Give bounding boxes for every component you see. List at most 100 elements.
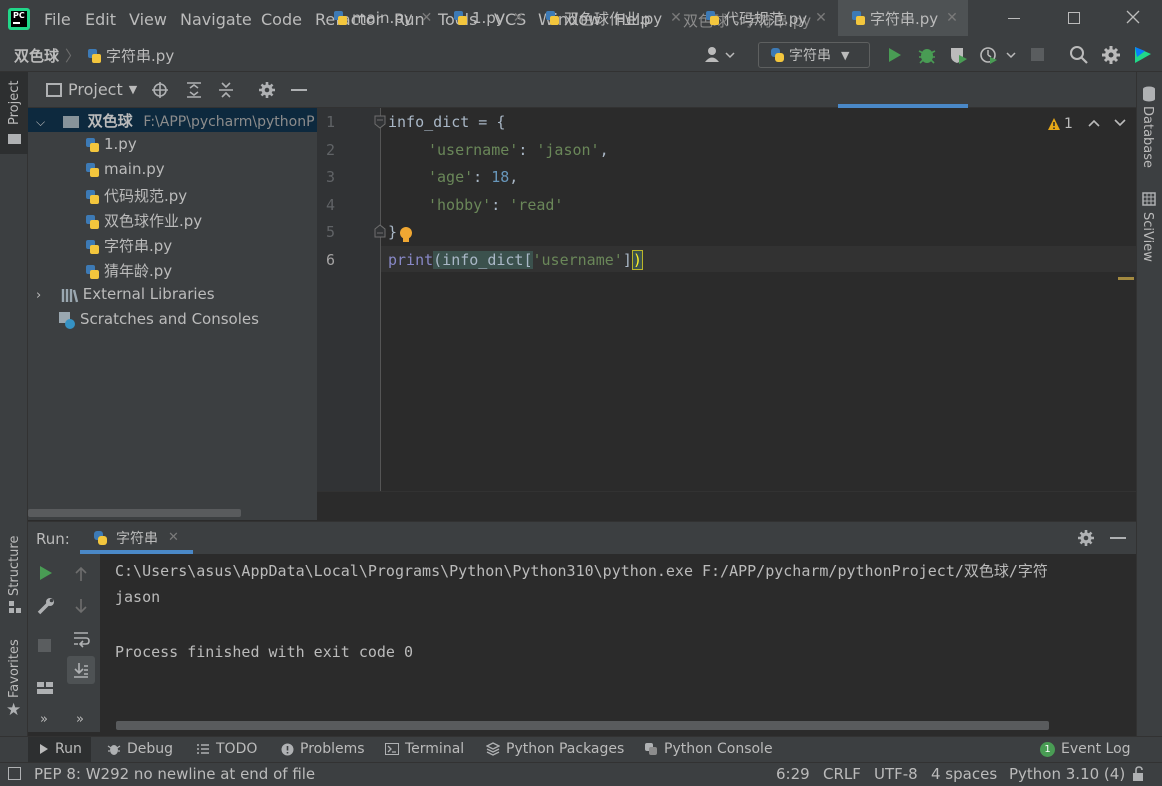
next-highlight-icon[interactable] xyxy=(1113,118,1127,128)
project-view-selector[interactable]: Project ▼ xyxy=(46,80,137,99)
tree-file-guess-age[interactable]: 猜年龄.py xyxy=(84,260,172,281)
lock-icon[interactable] xyxy=(1131,766,1147,782)
event-log-button[interactable]: 1 Event Log xyxy=(1040,741,1131,757)
folder-icon xyxy=(8,134,21,144)
database-tool-label[interactable]: Database xyxy=(1140,106,1155,168)
tree-file-1py[interactable]: 1.py xyxy=(84,135,137,153)
warning-indicator[interactable]: 1 xyxy=(1047,116,1073,132)
jetbrains-space-icon[interactable] xyxy=(1133,45,1153,65)
tree-scratches[interactable]: Scratches and Consoles xyxy=(58,310,259,329)
menu-code[interactable]: Code xyxy=(261,10,302,29)
chevron-down-icon: ⌵ xyxy=(36,115,46,129)
run-icon[interactable] xyxy=(887,46,903,64)
tree-file-string[interactable]: 字符串.py xyxy=(84,235,172,256)
status-interpreter[interactable]: Python 3.10 (4) xyxy=(1009,765,1125,783)
tab-1py[interactable]: 1.py ✕ xyxy=(440,0,536,36)
chevron-down-icon: ▼ xyxy=(841,48,850,62)
run-panel-hide-icon[interactable] xyxy=(1110,537,1126,539)
maximize-icon[interactable] xyxy=(1068,12,1080,24)
tree-file-label: 字符串.py xyxy=(104,237,173,255)
scroll-down-icon[interactable] xyxy=(74,598,88,614)
project-horizontal-scrollbar[interactable] xyxy=(28,509,241,517)
tree-root[interactable]: ⌵ 双色球 F:\APP\pycharm\pythonP xyxy=(36,110,315,131)
run-config-selector[interactable]: 字符串 ▼ xyxy=(758,42,870,68)
collapse-all-icon[interactable] xyxy=(217,81,235,99)
status-panel-toggle-icon[interactable] xyxy=(8,767,21,780)
lightbulb-icon[interactable] xyxy=(399,226,413,244)
tree-file-code-style[interactable]: 代码规范.py xyxy=(84,185,187,206)
todo-list-icon xyxy=(196,743,210,755)
profile-icon[interactable] xyxy=(979,45,1019,65)
project-tool-label[interactable]: Project xyxy=(7,81,22,125)
stop-run-icon[interactable] xyxy=(38,639,51,652)
more-tools-icon[interactable]: » xyxy=(40,712,48,727)
tab-close-icon[interactable]: ✕ xyxy=(421,10,433,26)
locate-icon[interactable] xyxy=(151,81,169,99)
run-config-label: 字符串 xyxy=(789,48,831,64)
tab-close-icon[interactable]: ✕ xyxy=(815,10,827,26)
console-horizontal-scrollbar[interactable] xyxy=(116,721,1049,730)
tree-root-path: F:\APP\pycharm\pythonP xyxy=(143,114,315,130)
tab-string-active[interactable]: 字符串.py ✕ xyxy=(838,0,968,36)
python-file-icon xyxy=(84,264,100,280)
status-encoding[interactable]: UTF-8 xyxy=(874,765,918,783)
bottom-tab-debug[interactable]: Debug xyxy=(107,741,173,757)
error-stripe-mark[interactable] xyxy=(1118,277,1134,280)
user-icon[interactable] xyxy=(704,46,736,64)
status-message[interactable]: PEP 8: W292 no newline at end of file xyxy=(34,765,315,783)
breadcrumb-file[interactable]: 字符串.py xyxy=(106,45,174,66)
rerun-icon[interactable] xyxy=(38,565,54,581)
soft-wrap-icon[interactable] xyxy=(72,630,90,648)
tab-code-style[interactable]: 代码规范.py ✕ xyxy=(692,0,838,36)
more-tools-icon[interactable]: » xyxy=(76,712,84,727)
menu-file[interactable]: File xyxy=(44,10,71,29)
close-icon[interactable] xyxy=(1125,9,1141,25)
tab-lottery-homework[interactable]: 双色球作业.py ✕ xyxy=(532,0,692,36)
coverage-icon[interactable] xyxy=(948,45,968,65)
tree-file-lottery-homework[interactable]: 双色球作业.py xyxy=(84,210,202,231)
stop-icon[interactable] xyxy=(1031,48,1044,61)
expand-all-icon[interactable] xyxy=(185,81,203,99)
tab-main[interactable]: main.py ✕ xyxy=(320,0,436,36)
search-icon[interactable] xyxy=(1069,45,1089,65)
tree-file-main[interactable]: main.py xyxy=(84,160,165,178)
breadcrumb-project[interactable]: 双色球 xyxy=(14,45,59,66)
bottom-tab-todo[interactable]: TODO xyxy=(196,741,257,757)
scroll-to-end-icon[interactable] xyxy=(67,656,95,684)
favorites-tool-label[interactable]: Favorites xyxy=(7,639,22,698)
bottom-tab-terminal[interactable]: Terminal xyxy=(385,741,464,757)
bottom-tab-run[interactable]: Run xyxy=(39,741,82,757)
debug-icon[interactable] xyxy=(917,45,937,65)
code-editor[interactable] xyxy=(317,108,1136,491)
python-file-icon xyxy=(850,10,866,26)
fold-open-icon[interactable] xyxy=(374,115,386,129)
tab-close-icon[interactable]: ✕ xyxy=(513,10,525,26)
status-caret-position[interactable]: 6:29 xyxy=(776,765,810,783)
bottom-tab-problems[interactable]: Problems xyxy=(281,741,365,757)
layout-icon[interactable] xyxy=(36,681,54,695)
sciview-tool-label[interactable]: SciView xyxy=(1140,212,1155,262)
scroll-up-icon[interactable] xyxy=(74,566,88,582)
run-panel-settings-gear-icon[interactable] xyxy=(1077,529,1095,547)
minimize-icon[interactable] xyxy=(1008,18,1020,19)
menu-edit[interactable]: Edit xyxy=(85,10,116,29)
status-line-separator[interactable]: CRLF xyxy=(823,765,861,783)
tab-close-icon[interactable]: ✕ xyxy=(946,10,958,26)
hide-panel-icon[interactable] xyxy=(291,89,307,91)
tree-external-libraries[interactable]: › External Libraries xyxy=(36,285,215,303)
bottom-tab-python-packages[interactable]: Python Packages xyxy=(486,741,624,757)
status-indent[interactable]: 4 spaces xyxy=(931,765,997,783)
previous-highlight-icon[interactable] xyxy=(1087,118,1101,128)
menu-navigate[interactable]: Navigate xyxy=(180,10,252,29)
settings-gear-icon[interactable] xyxy=(1101,45,1121,65)
bottom-tab-python-console[interactable]: Python Console xyxy=(644,741,773,757)
project-settings-gear-icon[interactable] xyxy=(258,81,276,99)
code-line-6: print(info_dict['username']) xyxy=(388,250,643,270)
structure-tool-label[interactable]: Structure xyxy=(7,536,22,596)
run-tab-close-icon[interactable]: ✕ xyxy=(168,530,179,545)
edit-config-wrench-icon[interactable] xyxy=(36,596,56,616)
tab-close-icon[interactable]: ✕ xyxy=(670,10,682,26)
run-tab[interactable]: 字符串 ✕ xyxy=(80,522,191,553)
menu-view[interactable]: View xyxy=(129,10,167,29)
fold-close-icon[interactable] xyxy=(374,224,386,238)
